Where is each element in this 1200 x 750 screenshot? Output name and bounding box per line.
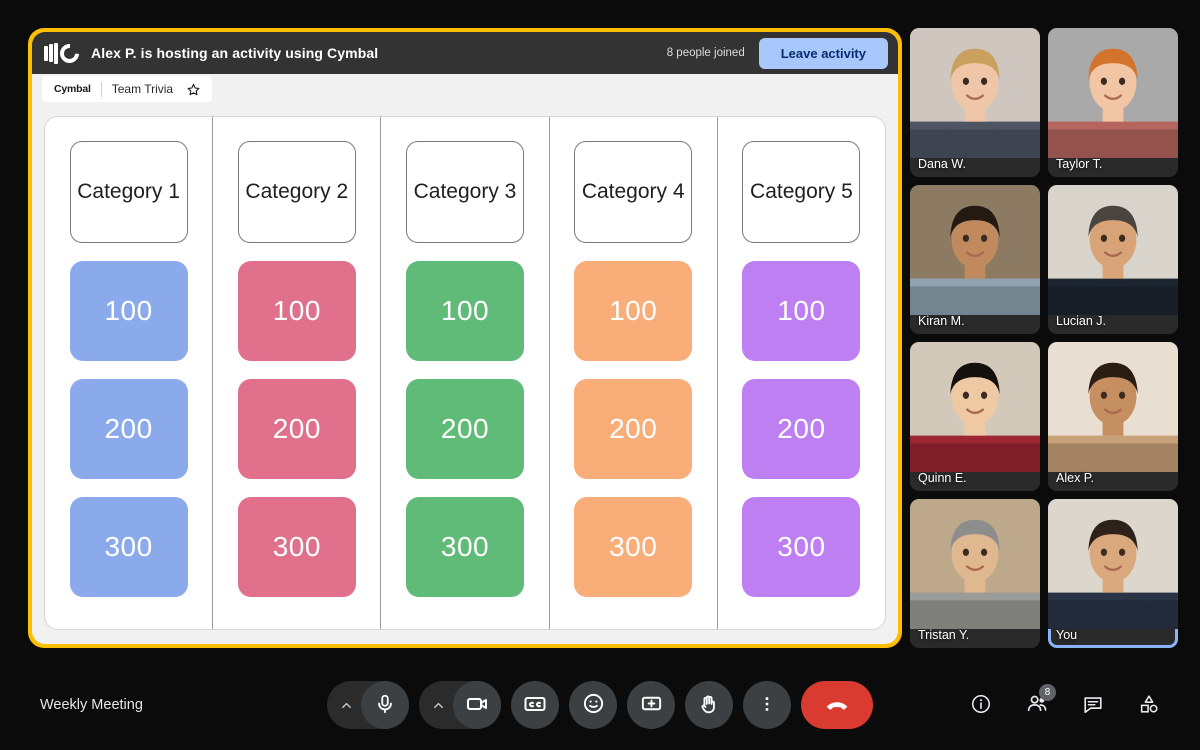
activity-panel: Alex P. is hosting an activity using Cym… [28, 28, 902, 648]
people-button[interactable]: 8 [1016, 684, 1058, 726]
participant-name: Alex P. [1056, 471, 1094, 485]
closed-captions-icon [523, 692, 547, 719]
app-tab-title: Team Trivia [111, 82, 174, 96]
trivia-board: Category 1 100 200 300 Category 2 100 200 300 Ca… [44, 116, 886, 630]
participant-name: Lucian J. [1056, 314, 1107, 328]
board-column: Category 1 100 200 300 [45, 117, 214, 629]
camera-button[interactable] [453, 681, 501, 729]
board-column: Category 5 100 200 300 [718, 117, 885, 629]
participant-name: Kiran M. [918, 314, 965, 328]
participant-tile[interactable]: Lucian J. [1048, 185, 1178, 334]
participant-name: Quinn E. [918, 471, 967, 485]
activity-app-tab[interactable]: Cymbal Team Trivia [42, 76, 213, 102]
value-tile[interactable]: 300 [742, 497, 861, 597]
reactions-button[interactable] [569, 681, 617, 729]
participant-grid: Dana W. Taylor T. Kiran M. Lucian J. Qui… [910, 28, 1178, 648]
meeting-stage: Alex P. is hosting an activity using Cym… [0, 0, 1200, 750]
participant-tile[interactable]: Quinn E. [910, 342, 1040, 491]
participant-tile[interactable]: Tristan Y. [910, 499, 1040, 648]
category-card[interactable]: Category 3 [406, 141, 524, 243]
category-card[interactable]: Category 4 [574, 141, 693, 243]
three-dots-icon [757, 694, 777, 717]
raise-hand-icon [698, 693, 720, 718]
participant-name: Taylor T. [1056, 157, 1103, 171]
captions-button[interactable] [511, 681, 559, 729]
value-tile[interactable]: 100 [237, 261, 356, 361]
present-button[interactable] [627, 681, 675, 729]
meeting-right-controls: 8 [960, 684, 1170, 726]
board-column: Category 3 100 200 300 [381, 117, 550, 629]
present-screen-icon [640, 692, 663, 718]
value-tile[interactable]: 200 [69, 379, 188, 479]
value-tile[interactable]: 100 [574, 261, 693, 361]
value-tile[interactable]: 200 [742, 379, 861, 479]
joined-count-label: 8 people joined [666, 47, 745, 59]
chat-button[interactable] [1072, 684, 1114, 726]
category-card[interactable]: Category 5 [742, 141, 861, 243]
microphone-icon [374, 693, 396, 718]
category-card[interactable]: Category 1 [69, 141, 188, 243]
value-tile[interactable]: 300 [574, 497, 693, 597]
raise-hand-button[interactable] [685, 681, 733, 729]
activity-inner: Alex P. is hosting an activity using Cym… [32, 32, 898, 644]
activity-topbar: Alex P. is hosting an activity using Cym… [32, 32, 898, 74]
value-tile[interactable]: 200 [237, 379, 356, 479]
hangup-button[interactable] [801, 681, 873, 729]
chat-bubble-icon [1082, 693, 1104, 718]
participant-tile[interactable]: Alex P. [1048, 342, 1178, 491]
microphone-control-group [327, 681, 409, 729]
participant-tile[interactable]: Taylor T. [1048, 28, 1178, 177]
value-tile[interactable]: 300 [406, 497, 524, 597]
activity-tab-strip: Cymbal Team Trivia [32, 74, 898, 104]
emoji-smiley-icon [582, 692, 605, 718]
meeting-details-button[interactable] [960, 684, 1002, 726]
more-options-button[interactable] [743, 681, 791, 729]
phone-hangup-icon [824, 691, 850, 720]
category-card[interactable]: Category 2 [237, 141, 356, 243]
board-column: Category 2 100 200 300 [213, 117, 382, 629]
info-icon [970, 693, 992, 718]
participant-tile[interactable]: Kiran M. [910, 185, 1040, 334]
meeting-controls [327, 681, 873, 729]
leave-activity-button[interactable]: Leave activity [758, 37, 888, 69]
board-column: Category 4 100 200 300 [550, 117, 718, 629]
game-board-area: Category 1 100 200 300 Category 2 100 200 300 Ca… [32, 104, 898, 644]
activities-button[interactable] [1128, 684, 1170, 726]
participant-name: Tristan Y. [918, 628, 970, 642]
star-icon[interactable] [187, 83, 200, 96]
camera-icon [465, 692, 489, 719]
meeting-bottom-bar: Weekly Meeting 8 [0, 660, 1200, 750]
meeting-name-label: Weekly Meeting [40, 697, 143, 713]
activities-shapes-icon [1138, 693, 1160, 718]
microphone-button[interactable] [361, 681, 409, 729]
camera-chevron-up-icon[interactable] [423, 685, 453, 725]
value-tile[interactable]: 100 [406, 261, 524, 361]
activity-host-banner: Alex P. is hosting an activity using Cym… [91, 45, 379, 61]
value-tile[interactable]: 300 [237, 497, 356, 597]
participant-count-badge: 8 [1039, 684, 1056, 701]
value-tile[interactable]: 100 [742, 261, 861, 361]
tab-divider [100, 81, 102, 97]
value-tile[interactable]: 300 [69, 497, 188, 597]
activity-topbar-right: 8 people joined Leave activity [666, 37, 888, 69]
microphone-chevron-up-icon[interactable] [331, 685, 361, 725]
participant-name: You [1056, 628, 1078, 642]
value-tile[interactable]: 100 [69, 261, 188, 361]
participant-tile[interactable]: Dana W. [910, 28, 1040, 177]
cymbal-logo-icon [44, 39, 83, 67]
value-tile[interactable]: 200 [406, 379, 524, 479]
participant-name: Dana W. [918, 157, 966, 171]
participant-tile-self[interactable]: You [1048, 499, 1178, 648]
value-tile[interactable]: 200 [574, 379, 693, 479]
camera-control-group [419, 681, 501, 729]
app-tab-brand: Cymbal [54, 83, 91, 95]
